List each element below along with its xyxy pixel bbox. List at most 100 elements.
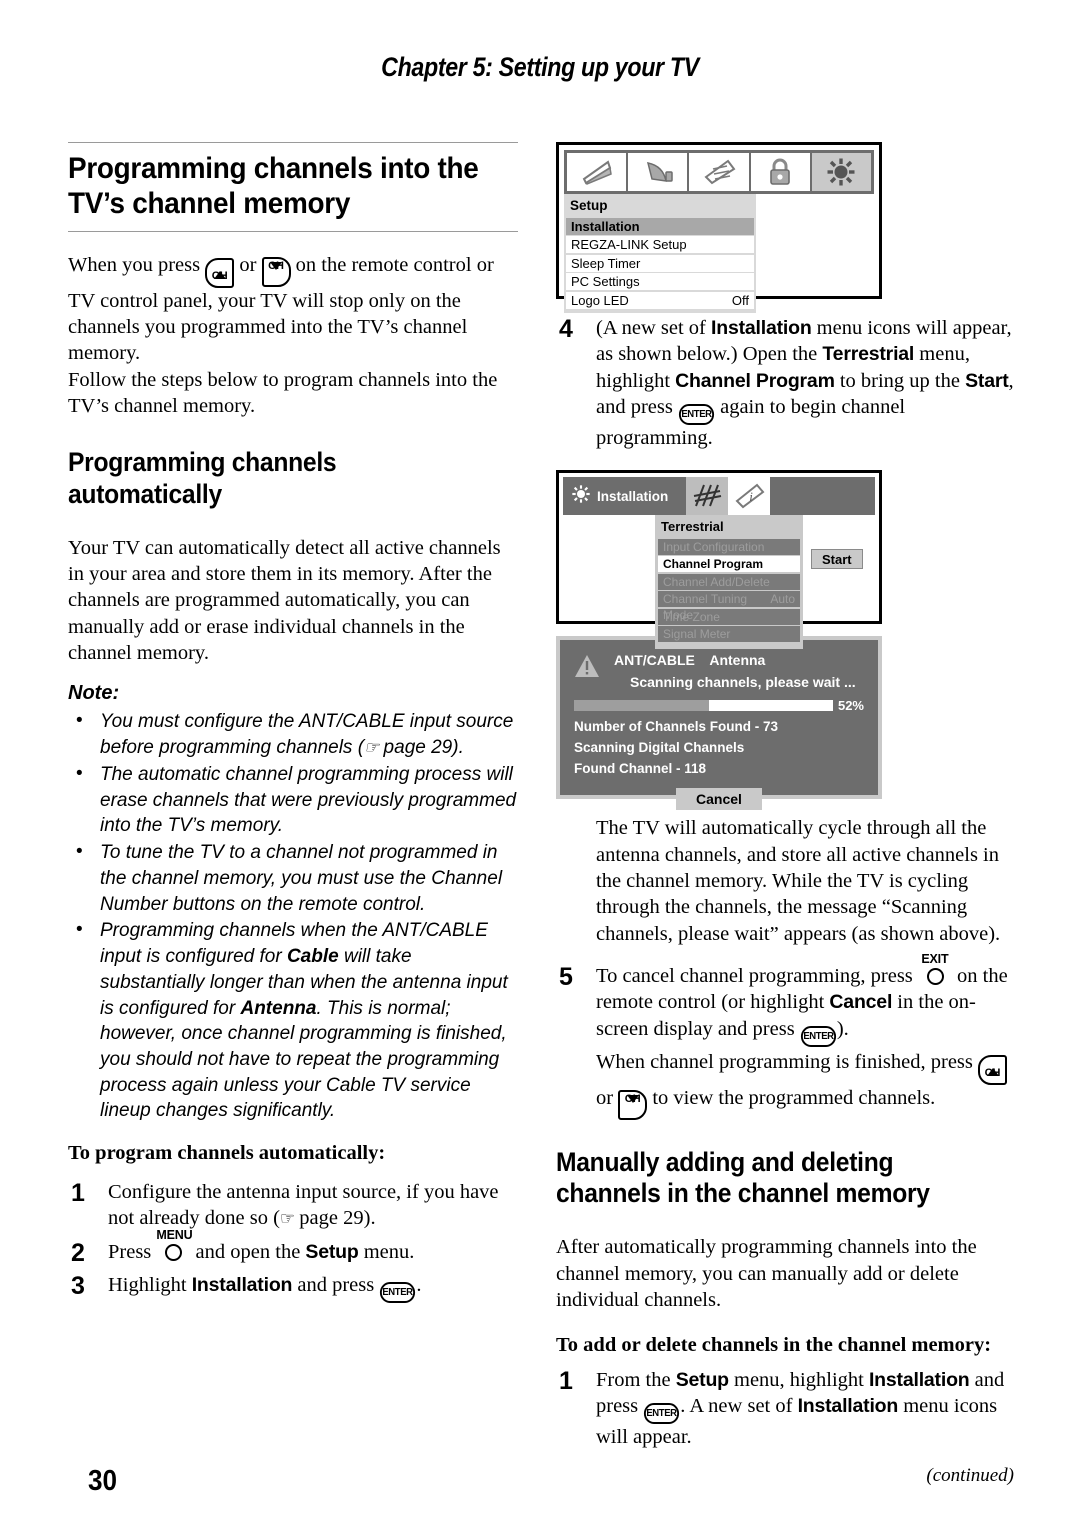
note-item: The automatic channel programming proces… (68, 761, 518, 839)
osd-row-input-configuration[interactable]: Input Configuration (658, 538, 800, 555)
note-list: You must configure the ANT/CABLE input s… (68, 708, 518, 1124)
step-emphasis-terrestrial: Terrestrial (822, 343, 915, 366)
intro-paragraph-2: Follow the steps below to program channe… (68, 368, 498, 417)
step-item-manual-1: 1 From the Setup menu, highlight Install… (556, 1367, 1014, 1451)
step-text-a: Highlight (108, 1274, 192, 1297)
osd-start-button[interactable]: Start (811, 549, 863, 570)
enter-key-icon: ENTER (678, 403, 715, 425)
osd-row-installation[interactable]: Installation (566, 217, 754, 235)
step-number: 4 (559, 315, 573, 343)
pointing-hand-icon: ☞ (279, 1209, 295, 1229)
enter-key-icon: ENTER (800, 1025, 836, 1047)
step-number: 3 (71, 1272, 85, 1301)
osd-setup-list: Setup Installation REGZA-LINK Setup Slee… (564, 194, 756, 313)
scan-header: ANT/CABLE Antenna Scanning channels, ple… (574, 652, 864, 690)
osd-installation-icon-bar: i (686, 477, 771, 516)
step-number: 1 (71, 1179, 85, 1208)
osd-row-label: Signal Meter (663, 627, 731, 642)
osd-row-label: Input Configuration (663, 539, 765, 554)
osd-row-channel-tuning-mode[interactable]: Channel Tuning Mode Auto (658, 591, 800, 623)
step-emphasis-installation: Installation (191, 1274, 293, 1297)
progress-percent-label: 52% (837, 698, 864, 714)
scan-progress-row: 52% (574, 698, 864, 713)
antenna-icon[interactable] (686, 477, 729, 516)
info-icon[interactable]: i (728, 477, 771, 516)
osd-row-label: Channel Tuning Mode (663, 592, 748, 623)
osd-row-regza-link-setup[interactable]: REGZA-LINK Setup (566, 236, 754, 253)
exit-key-label: EXIT (921, 951, 949, 966)
manual-paragraph: After automatically programming channels… (556, 1236, 977, 1311)
step-text-g: to bring up the (834, 369, 966, 392)
step-text-a: To cancel channel programming, press (596, 964, 918, 987)
scan-channels-found: Number of Channels Found - 73 (574, 719, 779, 735)
osd-row-label: REGZA-LINK Setup (571, 237, 687, 252)
step-emphasis-cancel: Cancel (829, 991, 893, 1014)
progress-bar-fill (574, 700, 709, 712)
step-item-5: 5 To cancel channel programming, press E… (556, 952, 1014, 1120)
sound-icon (628, 153, 690, 191)
osd-row-channel-program[interactable]: Channel Program (658, 556, 800, 573)
note-emphasis-antenna: Antenna (240, 997, 317, 1019)
osd-row-label: Channel Program (663, 557, 764, 572)
enter-key-icon: ENTER (380, 1282, 416, 1304)
note-text-post: page 29). (378, 737, 464, 759)
osd-row-label: PC Settings (571, 274, 640, 289)
chapter-header: Chapter 5: Setting up your TV (381, 52, 699, 82)
osd-row-logo-led[interactable]: Logo LED Off (566, 291, 754, 309)
step-text-c: . (416, 1274, 422, 1297)
osd-row-signal-meter[interactable]: Signal Meter (658, 626, 800, 643)
lock-icon (750, 153, 812, 191)
menu-key-icon: MENU (156, 1228, 193, 1261)
note-text: To tune the TV to a channel not programm… (100, 842, 503, 915)
step-number: 1 (559, 1367, 573, 1396)
warning-triangle-icon (574, 654, 600, 683)
step-emphasis-setup: Setup (305, 1240, 359, 1263)
scan-source-label: ANT/CABLE (614, 652, 695, 669)
osd-row-pc-settings[interactable]: PC Settings (566, 273, 754, 290)
osd-row-sleep-timer[interactable]: Sleep Timer (566, 254, 754, 272)
step-text-f: When channel programming is finished, pr… (596, 1050, 979, 1073)
osd-row-time-zone[interactable]: Time Zone (658, 608, 800, 625)
steps-list-right-4: 4 (A new set of Installation menu icons … (556, 315, 1014, 451)
subheading-to-add-or-delete: To add or delete channels in the channel… (556, 1334, 992, 1357)
step-text-c: menu. (358, 1240, 415, 1263)
osd-row-label: Time Zone (663, 609, 720, 624)
osd-row-value: Auto (770, 592, 795, 607)
step-emphasis-channel-program: Channel Program (675, 369, 835, 392)
osd-row-label: Sleep Timer (571, 255, 641, 271)
ch-up-key-icon: CH (205, 257, 235, 288)
osd-row-label: Logo LED (571, 292, 629, 308)
step-number: 2 (71, 1238, 85, 1267)
osd-terrestrial-title: Terrestrial (661, 519, 724, 535)
subheading-to-program-automatically: To program channels automatically: (68, 1142, 386, 1165)
preferences-icon (689, 153, 751, 191)
note-label: Note: (68, 682, 120, 705)
osd-setup-menu-screenshot: Setup Installation REGZA-LINK Setup Slee… (556, 142, 882, 313)
step-emphasis-installation: Installation (711, 317, 812, 339)
section-heading-programming-automatically: Programming channels automatically (68, 447, 337, 510)
osd-terrestrial-body: Terrestrial Input Configuration Channel … (655, 515, 879, 649)
osd-installation-header: Installation i (563, 477, 875, 516)
osd-installation-title: Installation (597, 488, 669, 504)
step5-second-paragraph: When channel programming is finished, pr… (596, 1049, 1014, 1120)
enter-key-icon: ENTER (644, 1403, 680, 1425)
note-emphasis-cable: Cable (286, 946, 339, 968)
scan-digital-channels: Scanning Digital Channels (574, 740, 745, 756)
paragraph-tv-cycle: The TV will automatically cycle through … (596, 817, 1001, 945)
note-item: You must configure the ANT/CABLE input s… (68, 708, 518, 760)
auto-paragraph: Your TV can automatically detect all act… (68, 536, 501, 665)
menu-key-label: MENU (156, 1227, 193, 1242)
scan-status-text: Scanning channels, please wait ... (630, 674, 856, 691)
osd-scanning-dialog-screenshot: ANT/CABLE Antenna Scanning channels, ple… (556, 636, 882, 811)
step-text-c: menu, highlight (728, 1369, 869, 1392)
ch-down-key-icon: CH (261, 256, 291, 287)
pointing-hand-icon: ☞ (364, 738, 379, 758)
section-heading-manual-add-delete: Manually adding and deleting channels in… (556, 1146, 930, 1209)
osd-row-channel-add-delete[interactable]: Channel Add/Delete (658, 573, 800, 590)
svg-text:i: i (749, 489, 753, 504)
heading-rule-top (68, 142, 518, 143)
note-item: Programming channels when the ANT/CABLE … (68, 917, 518, 1124)
step-item-1: 1 Configure the antenna input source, if… (68, 1179, 518, 1232)
continued-label: (continued) (926, 1464, 1014, 1486)
intro-paragraph-1: When you press CH or CH on the remote co… (68, 252, 518, 367)
